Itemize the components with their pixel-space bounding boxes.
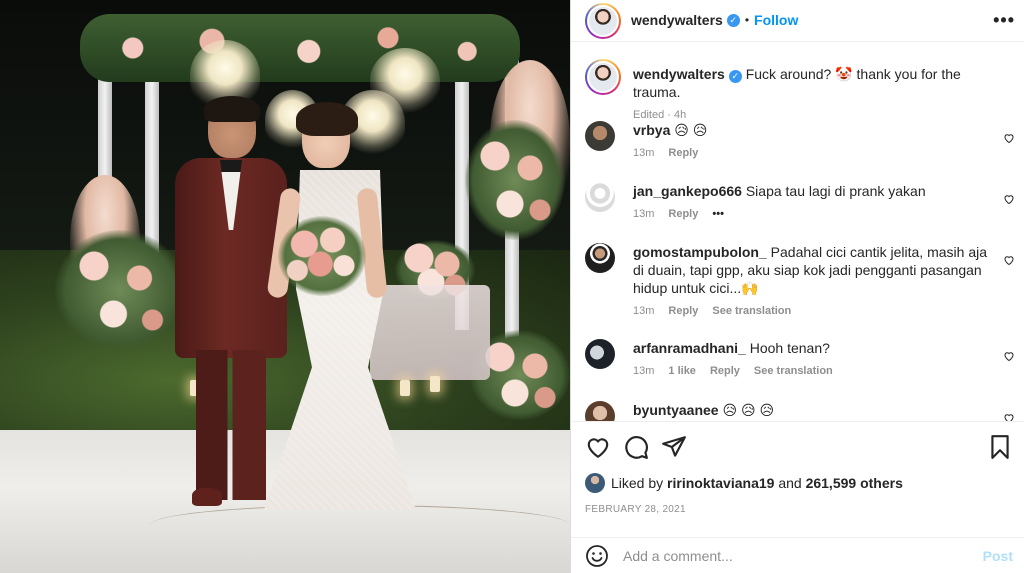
comment-avatar[interactable] <box>585 243 615 273</box>
caption-avatar[interactable] <box>585 59 621 95</box>
comment-like-heart-icon[interactable] <box>1003 411 1015 421</box>
comment-meta: 13m Reply ••• <box>633 208 993 220</box>
comment-body: jan_gankepo666 Siapa tau lagi di prank y… <box>633 182 993 220</box>
see-translation-button[interactable]: See translation <box>754 365 833 377</box>
instagram-post-modal: wendywalters ✓ • Follow ••• wendywalters… <box>0 0 1024 573</box>
comment-options-icon[interactable]: ••• <box>712 208 724 220</box>
comment-username[interactable]: vrbya <box>633 122 670 138</box>
edited-label: Edited · 4h <box>633 109 687 121</box>
comment-like-heart-icon[interactable] <box>1003 131 1015 144</box>
photo-floral-arch <box>80 14 520 82</box>
heart-icon[interactable] <box>585 434 611 460</box>
reply-button[interactable]: Reply <box>668 208 698 220</box>
comment-meta: 13m 1 like Reply See translation <box>633 365 993 377</box>
others-likes-link[interactable]: 261,599 others <box>806 475 903 491</box>
post-comment-button[interactable]: Post <box>983 548 1013 564</box>
comment-body: byuntyaanee 😥 😥 😥 <box>633 401 993 419</box>
comment-avatar[interactable] <box>585 182 615 212</box>
comment-username[interactable]: arfanramadhani_ <box>633 340 746 356</box>
comment-time: 13m <box>633 147 655 159</box>
comment-like-heart-icon[interactable] <box>1003 253 1015 266</box>
verified-badge-icon: ✓ <box>726 13 740 27</box>
post-header: wendywalters ✓ • Follow ••• <box>571 0 1024 42</box>
comment-text: 😥 😥 <box>674 122 708 138</box>
comment-like-heart-icon[interactable] <box>1003 349 1015 362</box>
comment-avatar[interactable] <box>585 339 615 369</box>
caption-meta: Edited · 4h <box>633 109 1003 121</box>
comment-icon[interactable] <box>623 434 649 460</box>
comments-scroll-area[interactable]: wendywalters ✓ Fuck around? 🤡 thank you f… <box>571 49 1024 421</box>
photo-flowers <box>55 230 185 350</box>
liker-username[interactable]: ririnoktaviana19 <box>667 475 774 491</box>
photo-flowers <box>465 120 565 240</box>
liker-avatar[interactable] <box>585 473 605 493</box>
comment-meta: 13m Reply <box>633 147 993 159</box>
comment-text: Hooh tenan? <box>749 340 830 356</box>
comment-username[interactable]: gomostampubolon_ <box>633 244 767 260</box>
reply-button[interactable]: Reply <box>710 365 740 377</box>
comment-body: arfanramadhani_ Hooh tenan? 13m 1 like R… <box>633 339 993 377</box>
photo-chandelier <box>370 48 440 113</box>
comment-text: 😥 😥 😥 <box>722 402 775 418</box>
post-photo[interactable] <box>0 0 570 573</box>
comment-time: 13m <box>633 365 655 377</box>
liked-by-joiner: and <box>778 475 802 491</box>
liked-by-prefix: Liked by <box>611 475 664 491</box>
reply-button[interactable]: Reply <box>668 305 698 317</box>
more-options-icon[interactable]: ••• <box>993 10 1015 31</box>
comment-avatar[interactable] <box>585 401 615 421</box>
likes-summary: Liked by ririnoktaviana19 and 261,599 ot… <box>585 473 903 493</box>
post-action-bar <box>571 421 1024 473</box>
separator-dot: • <box>744 13 750 27</box>
add-comment-bar: Post <box>571 537 1024 573</box>
verified-badge-icon: ✓ <box>728 70 742 83</box>
reply-button[interactable]: Reply <box>668 147 698 159</box>
comment-text: Siapa tau lagi di prank yakan <box>745 183 926 199</box>
photo-bride <box>240 102 440 518</box>
comment-time: 13m <box>633 305 655 317</box>
comment-body: vrbya 😥 😥 13m Reply <box>633 121 993 159</box>
see-translation-button[interactable]: See translation <box>712 305 791 317</box>
comment-like-heart-icon[interactable] <box>1003 192 1015 205</box>
comment-avatar[interactable] <box>585 121 615 151</box>
caption-body: wendywalters ✓ Fuck around? 🤡 thank you f… <box>633 65 1003 121</box>
comment-meta: 13m Reply See translation <box>633 305 993 317</box>
emoji-icon[interactable] <box>585 544 609 568</box>
post-date[interactable]: FEBRUARY 28, 2021 <box>585 504 686 515</box>
caption-username[interactable]: wendywalters <box>633 66 725 82</box>
share-icon[interactable] <box>661 434 687 460</box>
caption-text-line: wendywalters ✓ Fuck around? 🤡 thank you f… <box>633 65 1003 101</box>
comment-time: 13m <box>633 208 655 220</box>
author-avatar[interactable] <box>585 3 621 39</box>
post-details-panel: wendywalters ✓ • Follow ••• wendywalters… <box>570 0 1024 573</box>
comment-likes-count[interactable]: 1 like <box>668 365 696 377</box>
bookmark-icon[interactable] <box>987 434 1013 460</box>
author-username[interactable]: wendywalters <box>631 12 723 28</box>
author-line: wendywalters ✓ • Follow <box>631 12 798 28</box>
comment-username[interactable]: jan_gankepo666 <box>633 183 742 199</box>
follow-button[interactable]: Follow <box>754 12 798 28</box>
comment-username[interactable]: byuntyaanee <box>633 402 719 418</box>
comment-body: gomostampubolon_ Padahal cici cantik jel… <box>633 243 993 317</box>
comment-input[interactable] <box>623 546 963 566</box>
